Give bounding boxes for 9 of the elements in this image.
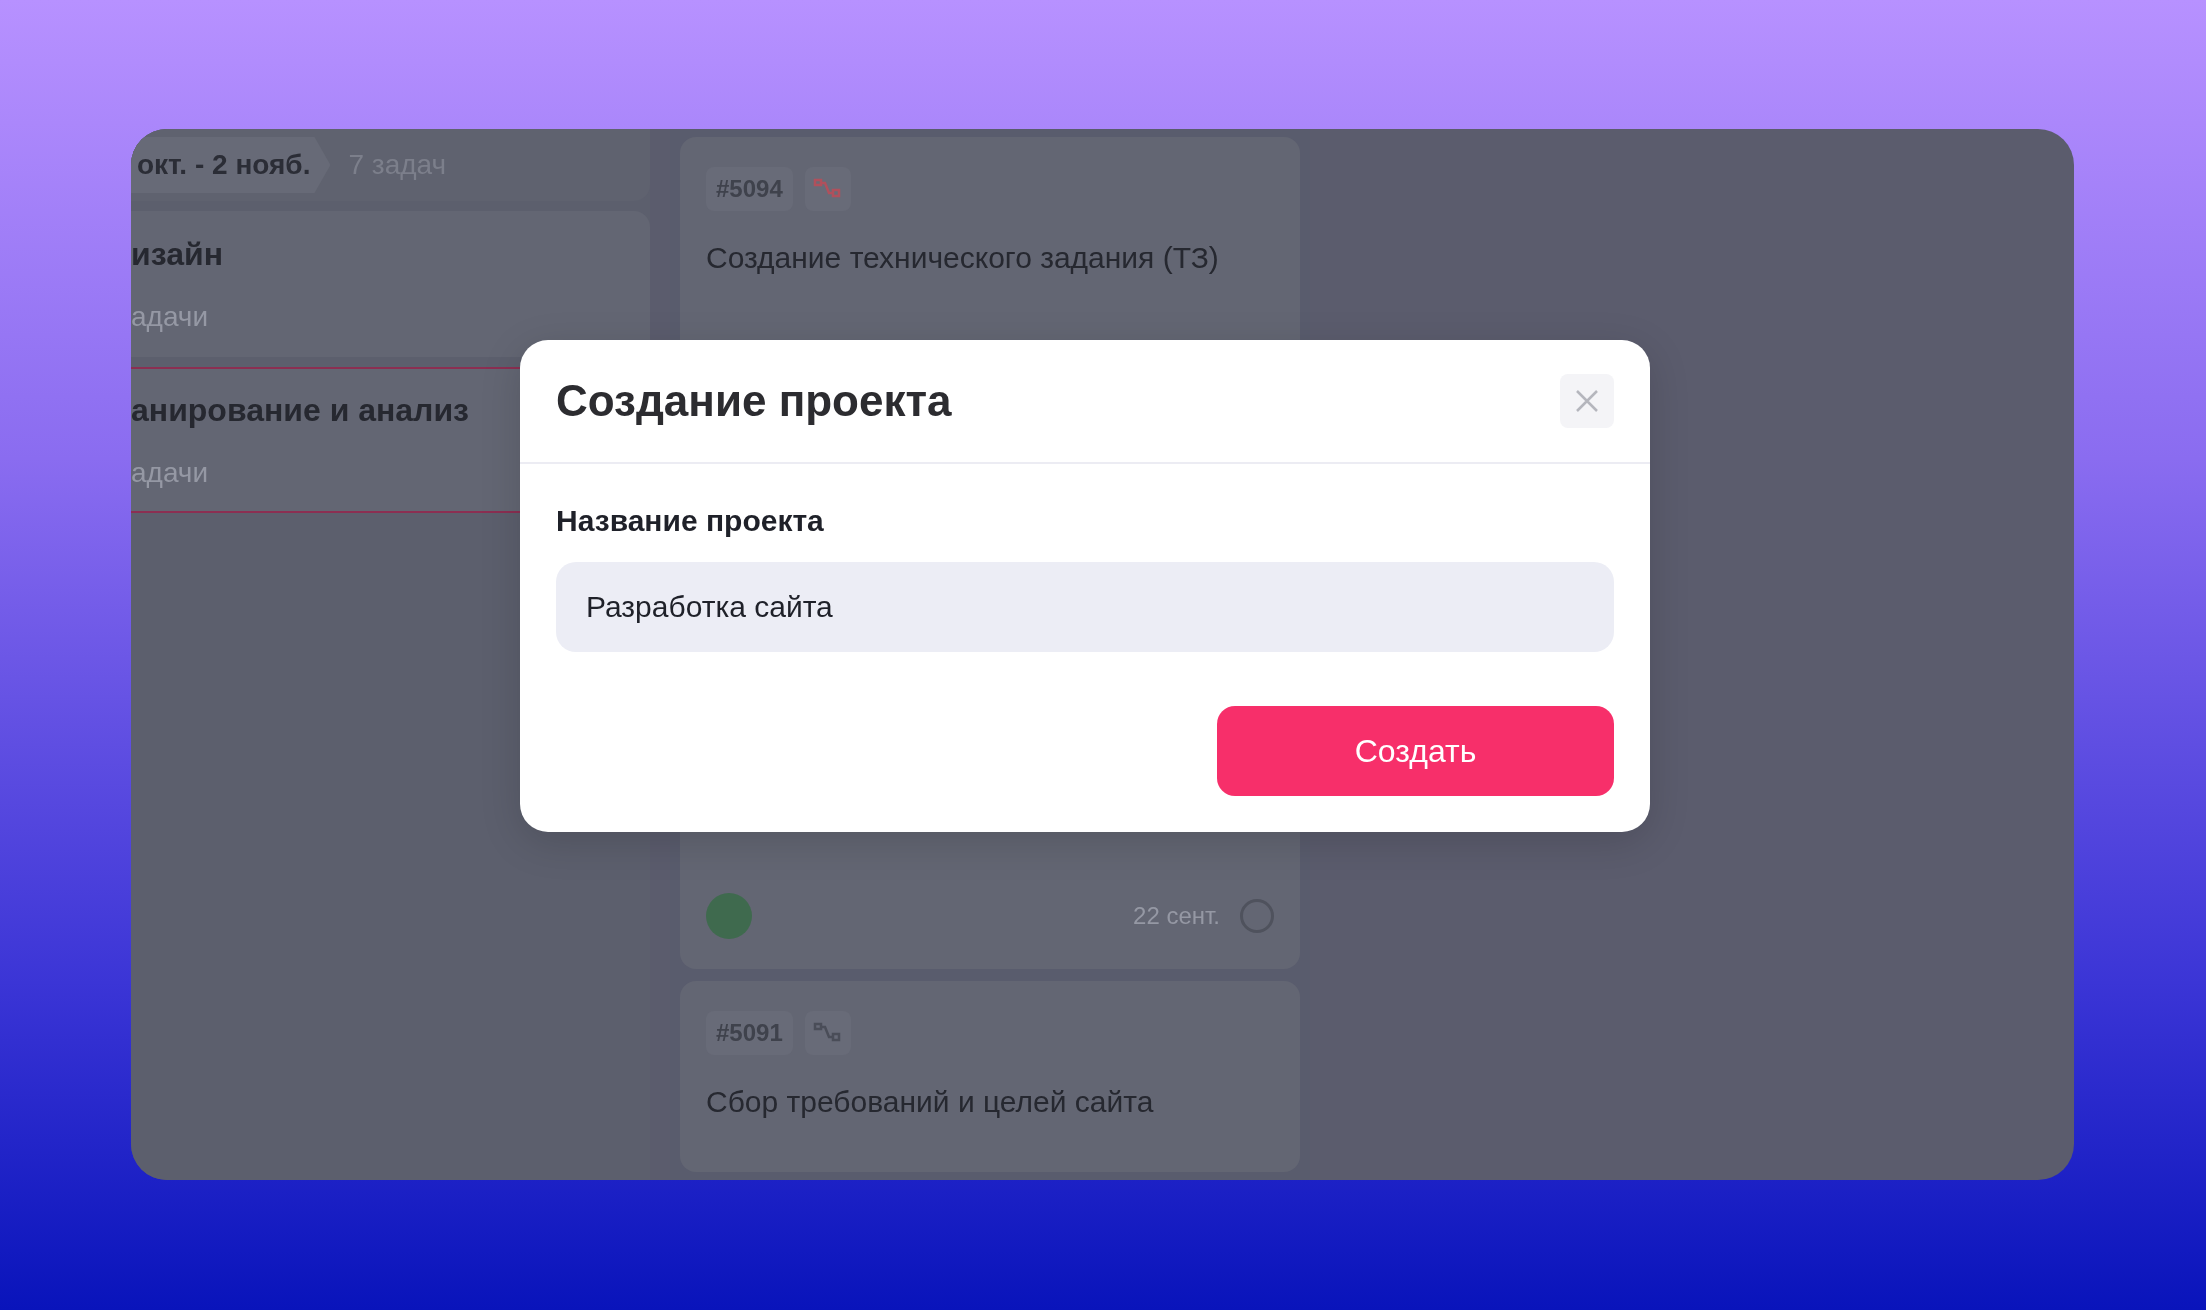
avatar	[706, 893, 752, 939]
task-title: Создание технического задания (ТЗ)	[706, 241, 1220, 275]
close-button[interactable]	[1560, 374, 1614, 428]
project-name-field[interactable]: Разработка сайта	[556, 562, 1614, 652]
close-icon	[1575, 389, 1599, 413]
task-title: Сбор требований и целей сайта	[706, 1085, 1155, 1119]
create-button[interactable]: Создать	[1217, 706, 1614, 796]
project-name: изайн	[131, 235, 224, 273]
date-range[interactable]: окт. - 2 нояб.	[131, 137, 331, 193]
